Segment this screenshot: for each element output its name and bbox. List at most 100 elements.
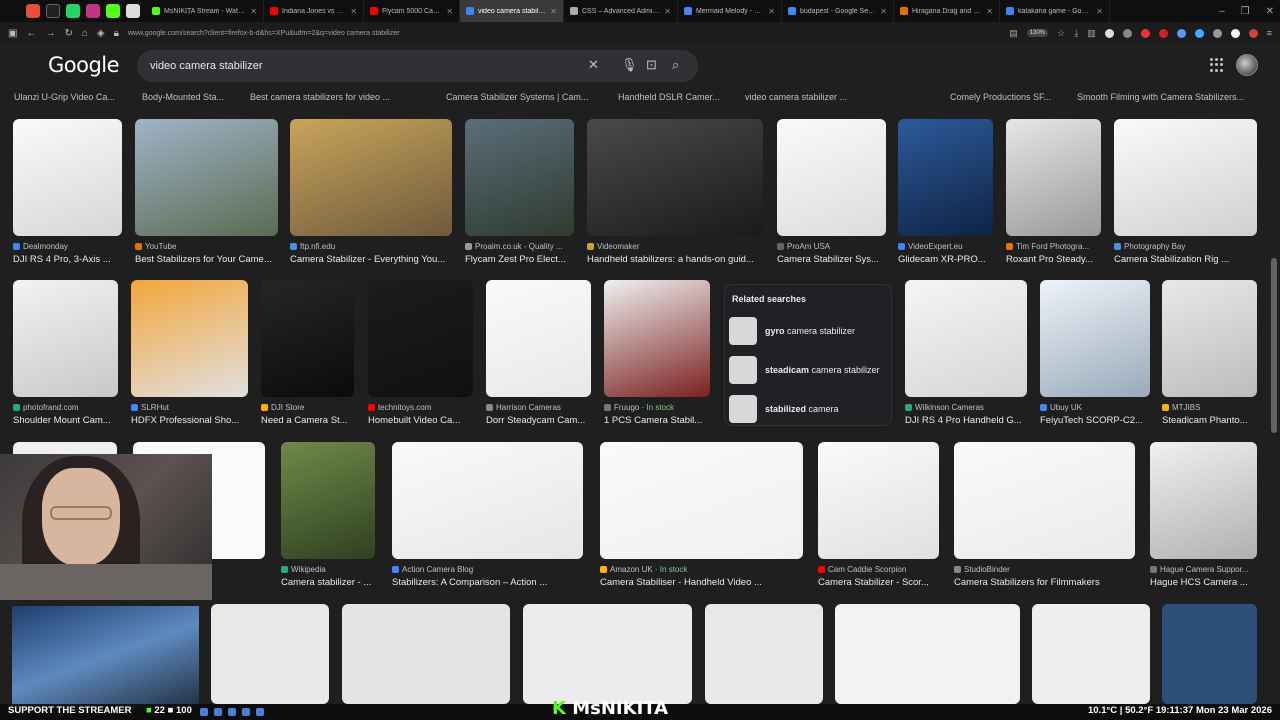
result-thumbnail[interactable]: [954, 442, 1135, 559]
taskbar-app-icon[interactable]: [200, 708, 208, 716]
search-icon[interactable]: ⌕: [672, 57, 679, 73]
result-caption[interactable]: Need a Camera St...: [261, 415, 354, 426]
shield-icon[interactable]: ◈: [97, 28, 105, 39]
result-thumbnail[interactable]: [905, 280, 1027, 397]
search-query[interactable]: video camera stabilizer: [150, 60, 263, 72]
result-caption[interactable]: Camera Stabilizer - Scor...: [818, 577, 939, 588]
result-thumbnail[interactable]: [465, 119, 574, 236]
taskbar-app-icon[interactable]: [242, 708, 250, 716]
close-tab-icon[interactable]: ✕: [768, 7, 775, 16]
pinned-tab-icon[interactable]: [26, 4, 40, 18]
result-caption[interactable]: DJI RS 4 Pro, 3-Axis ...: [13, 254, 122, 265]
url-bar[interactable]: www.google.com/search?client=firefox-b-d…: [128, 25, 1018, 41]
result-thumbnail[interactable]: [1162, 280, 1257, 397]
browser-tab[interactable]: MsNIKITA Stream - Watch Live ✕: [146, 0, 264, 22]
pinned-tab-icon[interactable]: [46, 4, 60, 18]
image-result[interactable]: YouTube Best Stabilizers for Your Came...: [135, 119, 278, 270]
image-result[interactable]: [523, 604, 692, 704]
result-caption[interactable]: Homebuilt Video Ca...: [368, 415, 473, 426]
result-source[interactable]: photofrand.com: [13, 403, 118, 412]
result-source[interactable]: Photography Bay: [1114, 242, 1257, 251]
image-result[interactable]: VideoExpert.eu Glidecam XR-PRO...: [898, 119, 993, 270]
image-result[interactable]: [342, 604, 510, 704]
apps-grid-icon[interactable]: [1210, 58, 1224, 72]
extension-icon[interactable]: [1104, 28, 1114, 38]
result-thumbnail[interactable]: [1040, 280, 1150, 397]
image-result[interactable]: [1032, 604, 1150, 704]
image-result[interactable]: Harrison Cameras Dorr Steadycam Cam...: [486, 280, 591, 431]
image-result[interactable]: [211, 604, 329, 704]
image-result[interactable]: Photography Bay Camera Stabilization Rig …: [1114, 119, 1257, 270]
extension-icon[interactable]: [1212, 28, 1222, 38]
image-result[interactable]: Wikipedia Camera stabilizer - ...: [281, 442, 375, 593]
close-tab-icon[interactable]: ✕: [1096, 7, 1103, 16]
close-window-icon[interactable]: ✕: [1266, 6, 1274, 17]
result-caption[interactable]: Hague HCS Camera ...: [1150, 577, 1257, 588]
result-caption[interactable]: Camera Stabilizer - Everything You...: [290, 254, 452, 265]
result-caption[interactable]: HDFX Professional Sho...: [131, 415, 248, 426]
extension-icon[interactable]: [1248, 28, 1258, 38]
image-result[interactable]: StudioBinder Camera Stabilizers for Filmm…: [954, 442, 1135, 593]
result-source[interactable]: technitoys.com: [368, 403, 473, 412]
extension-icon[interactable]: [1122, 28, 1132, 38]
result-source[interactable]: DJI Store: [261, 403, 354, 412]
zoom-level[interactable]: 130%: [1026, 29, 1049, 37]
image-result[interactable]: Action Camera Blog Stabilizers: A Compari…: [392, 442, 583, 593]
browser-tab[interactable]: Mermaid Melody - Google Search ✕: [678, 0, 782, 22]
close-tab-icon[interactable]: ✕: [550, 7, 557, 16]
image-result[interactable]: Fruugo · In stock 1 PCS Camera Stabil...: [604, 280, 710, 431]
result-source[interactable]: Tim Ford Photogra...: [1006, 242, 1101, 251]
result-source[interactable]: ProAm USA: [777, 242, 886, 251]
extension-icon[interactable]: [1230, 28, 1240, 38]
close-tab-icon[interactable]: ✕: [986, 7, 993, 16]
result-caption[interactable]: Shoulder Mount Cam...: [13, 415, 118, 426]
result-source[interactable]: MTJIBS: [1162, 403, 1257, 412]
image-result[interactable]: ftp.nfi.edu Camera Stabilizer - Everythin…: [290, 119, 452, 270]
result-source[interactable]: Ubuy UK: [1040, 403, 1150, 412]
result-thumbnail[interactable]: [1114, 119, 1257, 236]
result-caption[interactable]: Camera Stabilizer Sys...: [777, 254, 886, 265]
bookmark-star-icon[interactable]: ☆: [1057, 28, 1065, 39]
result-source[interactable]: Cam Caddie Scorpion: [818, 565, 939, 574]
result-caption[interactable]: Camera Stabilizers for Filmmakers: [954, 577, 1135, 588]
result-thumbnail[interactable]: [13, 280, 118, 397]
result-caption[interactable]: Steadicam Phanto...: [1162, 415, 1257, 426]
suggestion-chip[interactable]: Body-Mounted Sta...: [142, 92, 224, 102]
minimize-icon[interactable]: –: [1219, 6, 1225, 17]
maximize-icon[interactable]: ❐: [1241, 6, 1250, 17]
reload-icon[interactable]: ↻: [64, 28, 72, 39]
taskbar-app-icon[interactable]: [214, 708, 222, 716]
result-thumbnail[interactable]: [392, 442, 583, 559]
browser-tab[interactable]: video camera stabilizer - Google ✕: [460, 0, 564, 22]
result-source[interactable]: Fruugo · In stock: [604, 403, 710, 412]
sidebar-icon[interactable]: ▣: [8, 28, 17, 39]
result-caption[interactable]: Camera stabilizer - ...: [281, 577, 375, 588]
image-result[interactable]: Hague Camera Suppor... Hague HCS Camera .…: [1150, 442, 1257, 593]
related-search-item[interactable]: gyro camera stabilizer: [729, 317, 889, 345]
close-tab-icon[interactable]: ✕: [446, 7, 453, 16]
result-caption[interactable]: Camera Stabilization Rig ...: [1114, 254, 1257, 265]
image-result[interactable]: Amazon UK · In stock Camera Stabiliser - …: [600, 442, 803, 593]
image-result[interactable]: Videomaker Handheld stabilizers: a hands-…: [587, 119, 763, 270]
result-thumbnail[interactable]: [131, 280, 248, 397]
close-tab-icon[interactable]: ✕: [350, 7, 357, 16]
browser-tab[interactable]: Hiragana Drag and Drop or Ki ✕: [894, 0, 1000, 22]
back-icon[interactable]: ←: [26, 28, 36, 39]
result-thumbnail[interactable]: [1006, 119, 1101, 236]
avatar[interactable]: [1236, 54, 1258, 76]
result-thumbnail[interactable]: [261, 280, 354, 397]
browser-tab[interactable]: Indiana Jones vs Nathan Drake✕: [264, 0, 364, 22]
image-result[interactable]: [705, 604, 823, 704]
browser-tab[interactable]: budapest - Google Search ✕: [782, 0, 894, 22]
suggestion-chip[interactable]: Ulanzi U-Grip Video Ca...: [14, 92, 115, 102]
result-thumbnail[interactable]: [600, 442, 803, 559]
result-thumbnail[interactable]: [1150, 442, 1257, 559]
result-caption[interactable]: Stabilizers: A Comparison – Action ...: [392, 577, 583, 588]
image-result[interactable]: Cam Caddie Scorpion Camera Stabilizer - S…: [818, 442, 939, 593]
pinned-tab-icon[interactable]: [86, 4, 100, 18]
pinned-tab-icon[interactable]: [126, 4, 140, 18]
image-result[interactable]: Tim Ford Photogra... Roxant Pro Steady...: [1006, 119, 1101, 270]
download-icon[interactable]: ⤓: [1074, 28, 1078, 39]
result-thumbnail[interactable]: [135, 119, 278, 236]
close-tab-icon[interactable]: ✕: [664, 7, 671, 16]
